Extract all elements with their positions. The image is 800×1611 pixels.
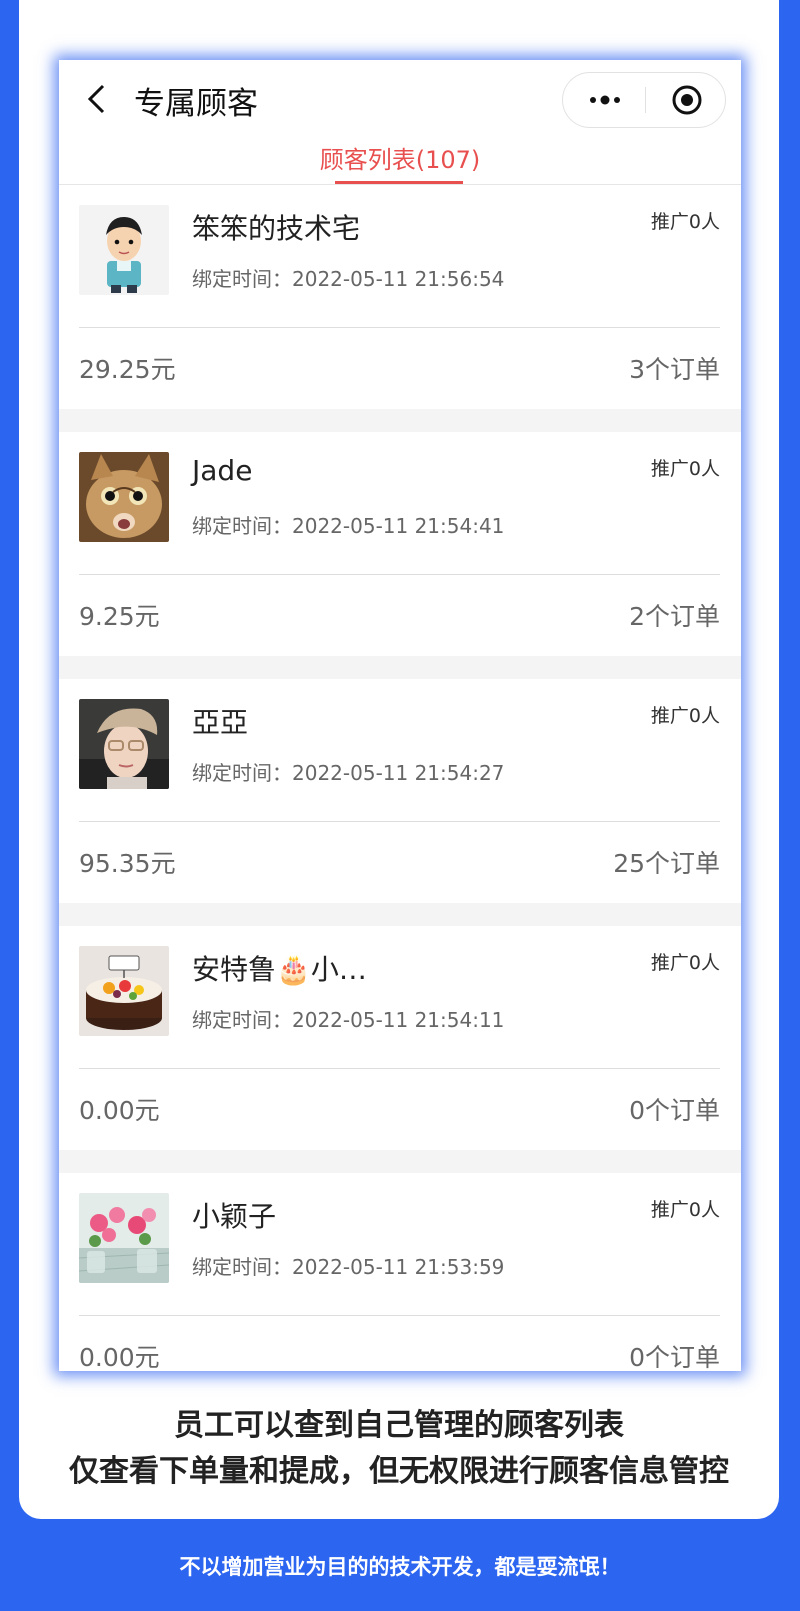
footer-slogan: 不以增加营业为目的的技术开发，都是耍流氓！ bbox=[179, 1555, 621, 1579]
phone-screen: 专属顾客 顾客列表(107) 笨笨的技术宅 绑定时间：2022-05-11 21… bbox=[59, 60, 741, 1371]
customer-name: 小颖子 bbox=[192, 1200, 277, 1233]
customer-card[interactable]: 小颖子 绑定时间：2022-05-11 21:53:59 推广0人 0.00元 … bbox=[59, 1173, 741, 1371]
commission-amount: 9.25元 bbox=[79, 602, 160, 631]
cartoon-man-avatar bbox=[79, 205, 169, 295]
customer-name: 安特鲁🎂小… bbox=[192, 953, 367, 986]
flowers-avatar bbox=[79, 1193, 169, 1283]
customer-card[interactable]: Jade 绑定时间：2022-05-11 21:54:41 推广0人 9.25元… bbox=[59, 432, 741, 656]
divider bbox=[79, 1315, 720, 1316]
bind-time: 绑定时间：2022-05-11 21:54:41 bbox=[192, 514, 505, 538]
order-count: 0个订单 bbox=[629, 1096, 720, 1125]
list-gap bbox=[59, 903, 741, 926]
promo-count: 推广0人 bbox=[650, 211, 720, 233]
commission-amount: 0.00元 bbox=[79, 1096, 160, 1125]
order-count: 3个订单 bbox=[629, 355, 720, 384]
commission-amount: 0.00元 bbox=[79, 1343, 160, 1371]
top-bar: 专属顾客 顾客列表(107) bbox=[59, 60, 741, 185]
caption-line-1: 员工可以查到自己管理的顾客列表 bbox=[174, 1408, 624, 1443]
tab-customer-list[interactable]: 顾客列表(107) bbox=[59, 140, 741, 175]
customer-name: 亞亞 bbox=[192, 706, 249, 739]
customer-name: 笨笨的技术宅 bbox=[192, 212, 361, 245]
more-icon[interactable] bbox=[585, 87, 625, 113]
list-gap bbox=[59, 1150, 741, 1173]
page-title: 专属顾客 bbox=[134, 86, 258, 122]
capsule-divider bbox=[645, 87, 646, 113]
divider bbox=[79, 1068, 720, 1069]
divider bbox=[79, 327, 720, 328]
commission-amount: 29.25元 bbox=[79, 355, 176, 384]
order-count: 2个订单 bbox=[629, 602, 720, 631]
customer-name: Jade bbox=[192, 454, 253, 487]
divider bbox=[79, 574, 720, 575]
order-count: 0个订单 bbox=[629, 1343, 720, 1371]
back-icon[interactable] bbox=[81, 82, 115, 116]
bind-time: 绑定时间：2022-05-11 21:54:27 bbox=[192, 761, 505, 785]
list-gap bbox=[59, 656, 741, 679]
promo-count: 推广0人 bbox=[650, 705, 720, 727]
bind-time: 绑定时间：2022-05-11 21:54:11 bbox=[192, 1008, 505, 1032]
promo-count: 推广0人 bbox=[650, 952, 720, 974]
promo-count: 推广0人 bbox=[650, 1199, 720, 1221]
divider bbox=[79, 821, 720, 822]
customer-card[interactable]: 亞亞 绑定时间：2022-05-11 21:54:27 推广0人 95.35元 … bbox=[59, 679, 741, 903]
commission-amount: 95.35元 bbox=[79, 849, 176, 878]
list-gap bbox=[59, 409, 741, 432]
customer-card[interactable]: 笨笨的技术宅 绑定时间：2022-05-11 21:56:54 推广0人 29.… bbox=[59, 185, 741, 409]
order-count: 25个订单 bbox=[613, 849, 720, 878]
cake-avatar bbox=[79, 946, 169, 1036]
bind-time: 绑定时间：2022-05-11 21:53:59 bbox=[192, 1255, 505, 1279]
close-target-icon[interactable] bbox=[671, 84, 703, 116]
mini-program-capsule bbox=[562, 72, 726, 128]
woman-cap-avatar bbox=[79, 699, 169, 789]
promo-count: 推广0人 bbox=[650, 458, 720, 480]
customer-card[interactable]: 安特鲁🎂小… 绑定时间：2022-05-11 21:54:11 推广0人 0.0… bbox=[59, 926, 741, 1150]
bind-time: 绑定时间：2022-05-11 21:56:54 bbox=[192, 267, 505, 291]
cat-avatar bbox=[79, 452, 169, 542]
caption-line-2: 仅查看下单量和提成，但无权限进行顾客信息管控 bbox=[69, 1454, 729, 1489]
customer-list: 笨笨的技术宅 绑定时间：2022-05-11 21:56:54 推广0人 29.… bbox=[59, 185, 741, 1371]
